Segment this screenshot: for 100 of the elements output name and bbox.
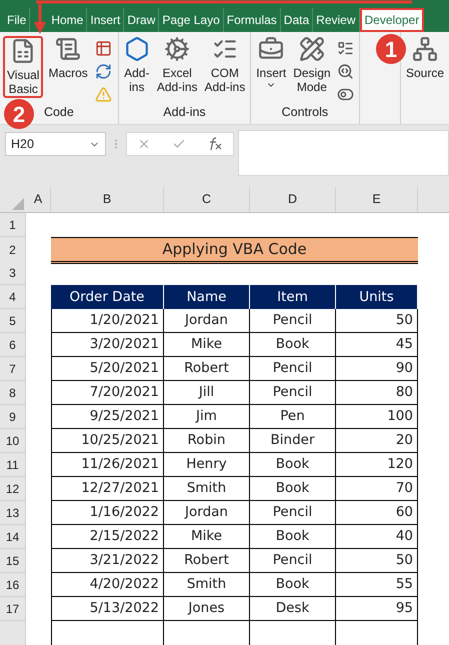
row-header[interactable]: 4 <box>0 285 26 309</box>
row-header[interactable]: 11 <box>0 453 26 477</box>
table-cell: Jordan <box>164 309 250 333</box>
row-header[interactable]: 5 <box>0 309 26 333</box>
table-cell: 5/20/2021 <box>51 357 164 381</box>
row-header[interactable]: 12 <box>0 477 26 501</box>
row-header[interactable]: 6 <box>0 333 26 357</box>
table-header: Order Date <box>51 285 164 309</box>
table-cell: Book <box>250 477 336 501</box>
hexagon-icon <box>124 36 150 62</box>
table-cell: 95 <box>336 597 418 621</box>
table-cell: Henry <box>164 453 250 477</box>
group-label: Add-ins <box>163 104 206 122</box>
formula-input[interactable] <box>238 130 449 176</box>
sheet-title: Applying VBA Code <box>162 239 307 260</box>
list-icon[interactable] <box>337 40 354 57</box>
ribbon-button[interactable]: COM Add-ins <box>202 36 248 98</box>
table-cell: Jordan <box>164 501 250 525</box>
table-icon[interactable] <box>95 40 112 57</box>
toggle-icon[interactable] <box>337 86 354 103</box>
tree-icon <box>412 36 438 62</box>
row-header[interactable]: 13 <box>0 501 26 525</box>
table-cell: Robin <box>164 429 250 453</box>
table-cell: Pen <box>250 405 336 429</box>
toolbox-icon <box>258 36 284 62</box>
table-cell: 5/13/2022 <box>51 597 164 621</box>
table-cell: Smith <box>164 573 250 597</box>
row-header[interactable]: 9 <box>0 405 26 429</box>
row-header[interactable]: 17 <box>0 597 26 621</box>
table-cell: Mike <box>164 333 250 357</box>
name-box[interactable]: H20 <box>5 132 106 156</box>
group-label: Code <box>44 104 74 122</box>
table-cell: 50 <box>336 309 418 333</box>
callout-arrow <box>34 3 46 34</box>
table-cell: Desk <box>250 597 336 621</box>
table-cell: 10/25/2021 <box>51 429 164 453</box>
row-header[interactable]: 14 <box>0 525 26 549</box>
ribbon-button[interactable]: Design Mode <box>291 36 333 98</box>
refresh-icon[interactable] <box>95 63 112 80</box>
row-header[interactable]: 10 <box>0 429 26 453</box>
row-header[interactable]: 15 <box>0 549 26 573</box>
ribbon-button[interactable]: Source <box>404 36 446 98</box>
table-cell: Smith <box>164 477 250 501</box>
table-cell: Book <box>250 525 336 549</box>
column-header[interactable]: E <box>336 187 418 212</box>
table-cell: Pencil <box>250 501 336 525</box>
table-cell: 3/20/2021 <box>51 333 164 357</box>
ribbon-button[interactable]: Insert <box>254 36 288 98</box>
search-icon[interactable] <box>337 63 354 80</box>
row-header[interactable]: 7 <box>0 357 26 381</box>
table-cell: 20 <box>336 429 418 453</box>
table-cell: Robert <box>164 549 250 573</box>
table-cell: 100 <box>336 405 418 429</box>
table-cell: Pencil <box>250 309 336 333</box>
cell-reference: H20 <box>11 136 34 153</box>
column-header[interactable]: C <box>164 187 250 212</box>
ribbon-button[interactable]: Visual Basic <box>3 36 44 98</box>
table-cell: Jim <box>164 405 250 429</box>
table-cell: 55 <box>336 573 418 597</box>
ruler-pencil-icon <box>298 36 325 62</box>
table-cell: 12/27/2021 <box>51 477 164 501</box>
table-cell: 7/20/2021 <box>51 381 164 405</box>
table-header: Name <box>164 285 250 309</box>
row-header[interactable]: 3 <box>0 261 26 285</box>
table-cell: Mike <box>164 525 250 549</box>
row-header[interactable]: 16 <box>0 573 26 597</box>
table-cell: 40 <box>336 525 418 549</box>
row-header[interactable]: 1 <box>0 213 26 237</box>
table-cell: 1/16/2022 <box>51 501 164 525</box>
table-cell: 9/25/2021 <box>51 405 164 429</box>
table-cell: 50 <box>336 549 418 573</box>
column-header[interactable]: D <box>250 187 336 212</box>
table-cell: Book <box>250 573 336 597</box>
table-cell: Jill <box>164 381 250 405</box>
table-cell: 120 <box>336 453 418 477</box>
table-cell: 80 <box>336 381 418 405</box>
table-cell: 70 <box>336 477 418 501</box>
table-cell: Pencil <box>250 357 336 381</box>
table-cell: Binder <box>250 429 336 453</box>
ribbon-tab[interactable]: Developer <box>360 8 424 32</box>
table-cell: 2/15/2022 <box>51 525 164 549</box>
ribbon-button[interactable]: Add- ins <box>122 36 152 98</box>
ribbon-button[interactable]: Excel Add-ins <box>154 36 200 98</box>
scroll-icon <box>55 36 82 62</box>
table-cell: 90 <box>336 357 418 381</box>
table-cell: Book <box>250 333 336 357</box>
table-cell: 1/20/2021 <box>51 309 164 333</box>
table-cell: Pencil <box>250 549 336 573</box>
table-cell: 4/20/2022 <box>51 573 164 597</box>
table-cell: Robert <box>164 357 250 381</box>
column-header[interactable]: B <box>51 187 164 212</box>
table-cell: 60 <box>336 501 418 525</box>
table-header: Item <box>250 285 336 309</box>
column-header[interactable]: A <box>26 187 51 212</box>
row-header[interactable]: 8 <box>0 381 26 405</box>
table-cell: 45 <box>336 333 418 357</box>
table-cell: Pencil <box>250 381 336 405</box>
ribbon-button[interactable]: Macros <box>46 36 90 98</box>
group-label: Controls <box>282 104 328 122</box>
table-cell: 3/21/2022 <box>51 549 164 573</box>
